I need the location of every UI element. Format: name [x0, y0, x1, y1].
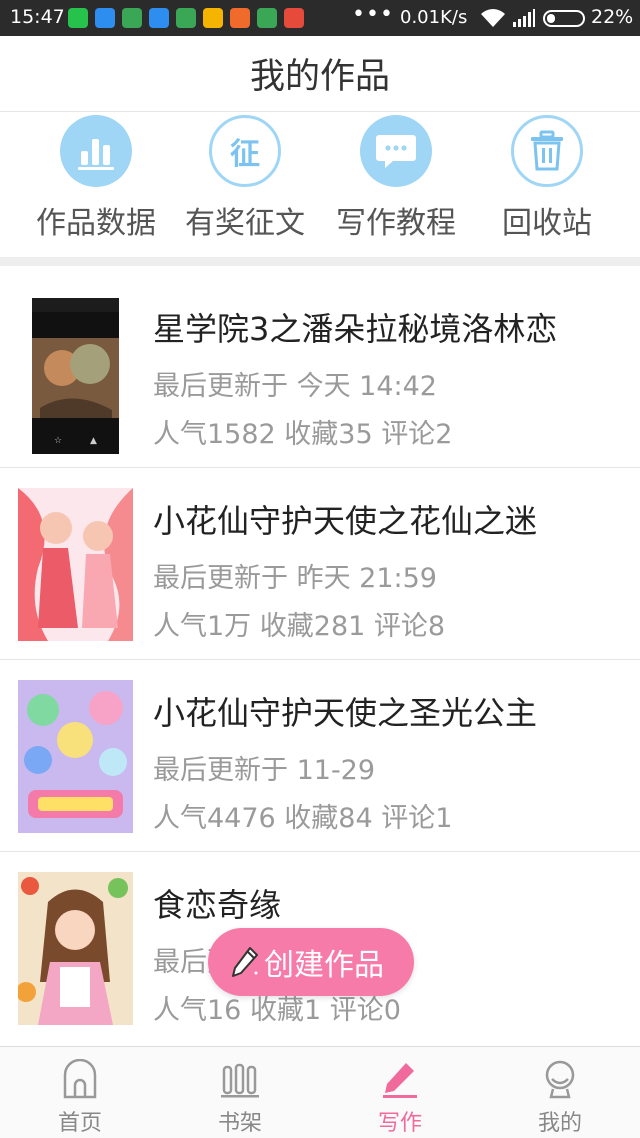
app-green-icon	[176, 8, 196, 28]
tab-write-label: 写作	[377, 1111, 422, 1136]
work-updated: 最后更新于 昨天 21:59	[153, 563, 437, 594]
work-stats: 人气1582 收藏35 评论2	[153, 419, 453, 450]
work-title: 小花仙守护天使之圣光公主	[153, 694, 538, 732]
work-stats: 人气4476 收藏84 评论1	[153, 803, 453, 834]
list-item[interactable]: ☆ ▲ 星学院3之潘朵拉秘境洛林恋 最后更新于 今天 14:42 人气1582 …	[0, 276, 640, 468]
home-icon	[63, 1059, 97, 1099]
work-stats: 人气1万 收藏281 评论8	[153, 611, 446, 642]
recycle-bin-button[interactable]: 回收站	[472, 112, 622, 257]
bottom-nav: 首页 书架 写作 我的	[0, 1046, 640, 1138]
tab-bookshelf[interactable]: 书架	[160, 1047, 320, 1138]
contest-icon: 征	[209, 115, 281, 187]
app-yellow-icon	[203, 8, 223, 28]
wechat-icon	[68, 8, 88, 28]
quick-actions: 作品数据 征 有奖征文 写作教程 回收站	[0, 112, 640, 257]
cover-image	[18, 488, 133, 641]
tab-bookshelf-label: 书架	[217, 1111, 262, 1136]
profile-icon	[545, 1060, 575, 1099]
tab-home-label: 首页	[57, 1111, 102, 1136]
chat-bubble-icon	[360, 115, 432, 187]
works-data-button[interactable]: 作品数据	[21, 112, 171, 257]
tab-home[interactable]: 首页	[0, 1047, 160, 1138]
app-screen: 15:47 ••• 0.01K/s 22% 我的作品 作品数据 征 有奖征文 写…	[0, 0, 640, 1138]
cover-image	[18, 680, 133, 833]
writing-tutorial-button[interactable]: 写作教程	[321, 112, 471, 257]
list-item[interactable]: 小花仙守护天使之圣光公主 最后更新于 11-29 人气4476 收藏84 评论1	[0, 660, 640, 852]
page-header: 我的作品	[0, 36, 640, 112]
contest-label: 有奖征文	[185, 206, 305, 241]
app-green-icon	[122, 8, 142, 28]
network-speed: 0.01K/s	[400, 7, 468, 28]
page-title: 我的作品	[249, 57, 390, 97]
app-blue-icon	[95, 8, 115, 28]
status-time: 15:47	[10, 6, 65, 28]
status-bar: 15:47 ••• 0.01K/s 22%	[0, 0, 640, 36]
work-updated: 最后更新于 11-29	[153, 755, 376, 786]
recycle-bin-label: 回收站	[502, 206, 592, 241]
pencil-icon	[383, 1063, 417, 1098]
bar-chart-icon	[60, 115, 132, 187]
tab-profile-label: 我的	[537, 1111, 582, 1136]
tab-profile[interactable]: 我的	[480, 1047, 640, 1138]
app-orange-icon	[230, 8, 250, 28]
cover-image: ☆ ▲	[32, 298, 119, 454]
signal-icon	[513, 9, 535, 27]
work-updated: 最后更新于 今天 14:42	[153, 371, 437, 402]
create-work-label: 创建作品	[264, 948, 384, 983]
create-work-button[interactable]: 创建作品	[208, 928, 414, 996]
work-title: 小花仙守护天使之花仙之迷	[153, 502, 538, 540]
app-red-icon	[284, 8, 304, 28]
writing-tutorial-label: 写作教程	[336, 206, 456, 241]
svg-text:☆: ☆	[54, 436, 62, 446]
battery-icon	[543, 10, 585, 27]
section-divider	[0, 257, 640, 266]
tab-write[interactable]: 写作	[320, 1047, 480, 1138]
more-notifications-icon: •••	[352, 2, 394, 27]
app-green-icon	[257, 8, 277, 28]
svg-text:▲: ▲	[90, 436, 97, 446]
wifi-icon	[481, 9, 505, 27]
app-blue-icon	[149, 8, 169, 28]
work-title: 星学院3之潘朵拉秘境洛林恋	[153, 310, 558, 348]
works-data-label: 作品数据	[36, 206, 156, 241]
battery-percent: 22%	[591, 6, 634, 28]
cover-image	[18, 872, 133, 1025]
work-title: 食恋奇缘	[153, 886, 282, 924]
trash-icon	[511, 115, 583, 187]
pencil-icon	[232, 947, 258, 977]
notification-icons	[68, 8, 304, 28]
list-item[interactable]: 小花仙守护天使之花仙之迷 最后更新于 昨天 21:59 人气1万 收藏281 评…	[0, 468, 640, 660]
bookshelf-icon	[221, 1063, 259, 1098]
contest-button[interactable]: 征 有奖征文	[170, 112, 320, 257]
